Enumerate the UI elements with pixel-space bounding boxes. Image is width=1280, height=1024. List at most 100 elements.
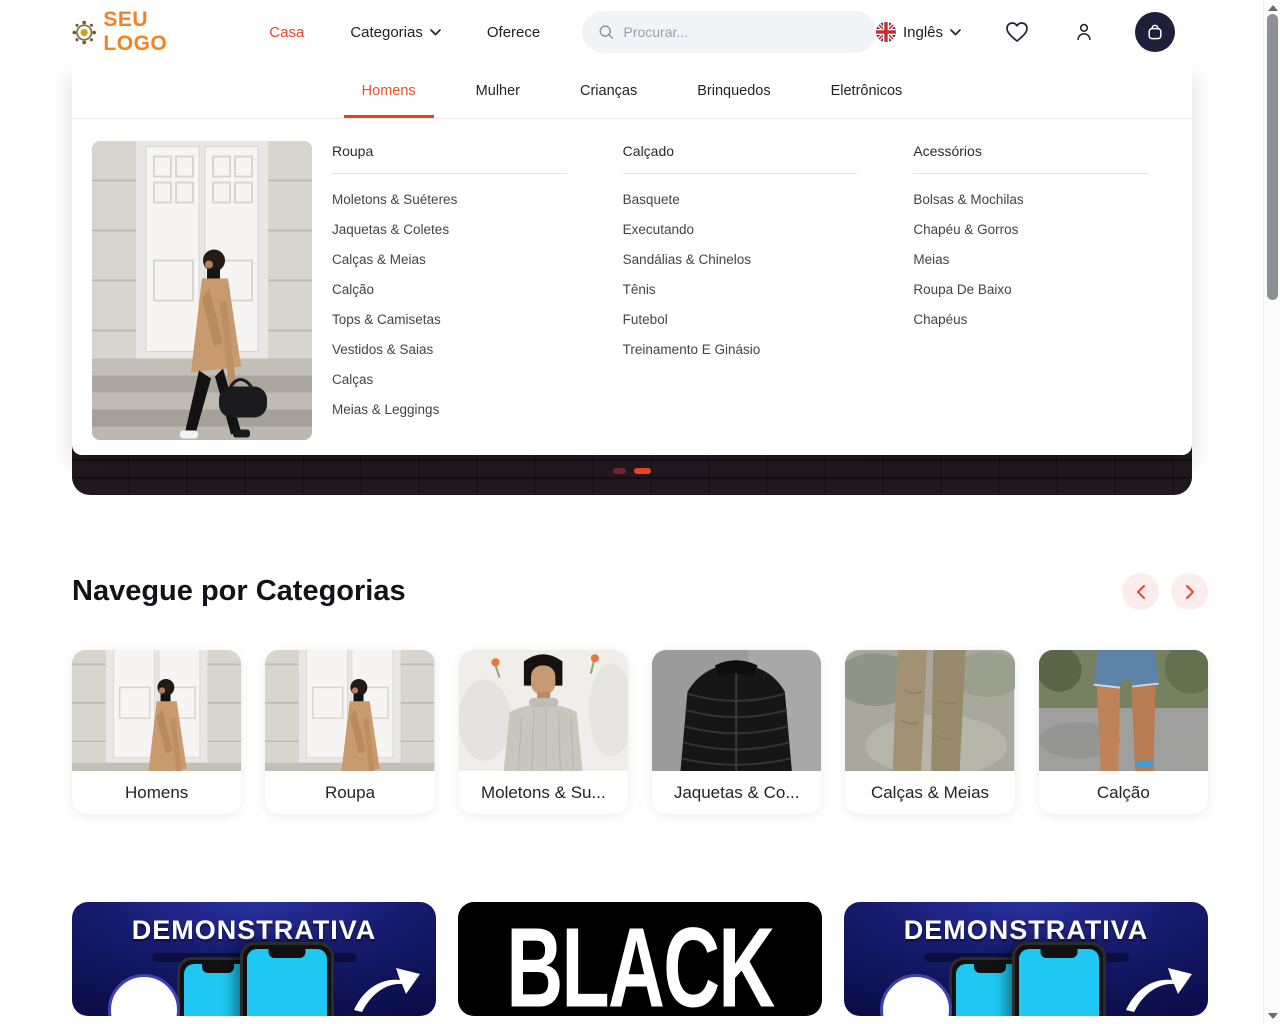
tab-mulher[interactable]: Mulher: [458, 64, 538, 118]
category-card-calcas[interactable]: Calças & Meias: [845, 650, 1014, 814]
banner-title: BLACK: [491, 912, 789, 1016]
menu-link[interactable]: Roupa De Baixo: [913, 282, 1148, 297]
category-photo: [845, 650, 1014, 771]
menu-link[interactable]: Chapéu & Gorros: [913, 222, 1148, 237]
tab-brinquedos[interactable]: Brinquedos: [679, 64, 788, 118]
arrow-decor-icon: [350, 964, 422, 1012]
header-actions: Inglês: [876, 12, 1175, 52]
chevron-down-icon: [430, 29, 441, 36]
search-input[interactable]: [623, 24, 859, 40]
column-title: Calçado: [623, 141, 858, 173]
cart-button[interactable]: [1135, 12, 1175, 52]
main-nav: Casa Categorias Oferece: [269, 24, 540, 41]
category-label: Moletons & Su...: [459, 771, 628, 814]
scroll-down-arrow[interactable]: [1268, 1013, 1278, 1019]
menu-link[interactable]: Calças & Meias: [332, 252, 567, 267]
category-photo: [72, 650, 241, 771]
column-title: Roupa: [332, 141, 567, 173]
carousel-dot-active[interactable]: [634, 468, 651, 474]
megamenu-column-acessorios: Acessórios Bolsas & Mochilas Chapéu & Go…: [913, 141, 1172, 455]
category-card-homens[interactable]: Homens: [72, 650, 241, 814]
promo-banners: DEMONSTRATIVA BLACK DEMONSTRATIVA: [72, 902, 1208, 1016]
uk-flag-icon: [876, 22, 896, 42]
tab-eletronicos[interactable]: Eletrônicos: [813, 64, 921, 118]
heart-icon: [1005, 21, 1029, 43]
nav-item-offers[interactable]: Oferece: [487, 24, 540, 41]
next-button[interactable]: [1171, 573, 1208, 610]
promo-banner-demo-2[interactable]: DEMONSTRATIVA: [844, 902, 1208, 1016]
phone-mockup: [240, 942, 334, 1016]
promo-banner-demo-1[interactable]: DEMONSTRATIVA: [72, 902, 436, 1016]
section-title: Navegue por Categorias: [72, 575, 406, 608]
menu-link[interactable]: Bolsas & Mochilas: [913, 192, 1148, 207]
menu-link[interactable]: Tênis: [623, 282, 858, 297]
language-selector[interactable]: Inglês: [876, 22, 961, 42]
chevron-left-icon: [1135, 584, 1147, 600]
menu-link[interactable]: Chapéus: [913, 312, 1148, 327]
menu-link[interactable]: Treinamento E Ginásio: [623, 342, 858, 357]
page: SEU LOGO Casa Categorias Oferece: [0, 0, 1280, 1024]
carousel-controls: [1122, 573, 1208, 610]
menu-link[interactable]: Calças: [332, 372, 567, 387]
promo-banner-black[interactable]: BLACK: [458, 902, 822, 1016]
menu-link[interactable]: Sandálias & Chinelos: [623, 252, 858, 267]
menu-link[interactable]: Calção: [332, 282, 567, 297]
tab-criancas[interactable]: Crianças: [562, 64, 655, 118]
megamenu-column-roupa: Roupa Moletons & Suéteres Jaquetas & Col…: [332, 141, 623, 455]
carousel-dot[interactable]: [613, 468, 626, 474]
category-photo: [652, 650, 821, 771]
banner-circle-decor: [880, 974, 952, 1016]
scrollbar-thumb[interactable]: [1267, 14, 1278, 300]
category-label: Calças & Meias: [845, 771, 1014, 814]
category-label: Calção: [1039, 771, 1208, 814]
categories-megamenu: Homens Mulher Crianças Brinquedos Eletrô…: [72, 64, 1192, 455]
category-photo: [459, 650, 628, 771]
column-title: Acessórios: [913, 141, 1148, 173]
menu-link[interactable]: Vestidos & Saias: [332, 342, 567, 357]
category-photo: [265, 650, 434, 771]
search-icon: [598, 23, 614, 41]
logo[interactable]: SEU LOGO: [72, 8, 207, 56]
tab-homens[interactable]: Homens: [344, 64, 434, 118]
chevron-right-icon: [1184, 584, 1196, 600]
megamenu-column-calcado: Calçado Basquete Executando Sandálias & …: [623, 141, 914, 455]
nav-item-categories[interactable]: Categorias: [350, 24, 441, 41]
nav-item-home[interactable]: Casa: [269, 24, 304, 41]
menu-link[interactable]: Jaquetas & Coletes: [332, 222, 567, 237]
menu-link[interactable]: Tops & Camisetas: [332, 312, 567, 327]
language-label: Inglês: [903, 24, 943, 41]
wishlist-button[interactable]: [1005, 21, 1029, 43]
menu-link[interactable]: Meias & Leggings: [332, 402, 567, 417]
carousel-dots: [613, 468, 651, 474]
arrow-decor-icon: [1122, 964, 1194, 1012]
megamenu-body: Roupa Moletons & Suéteres Jaquetas & Col…: [72, 119, 1192, 455]
categories-section-header: Navegue por Categorias: [72, 573, 1208, 610]
menu-link[interactable]: Moletons & Suéteres: [332, 192, 567, 207]
megamenu-tabs: Homens Mulher Crianças Brinquedos Eletrô…: [72, 64, 1192, 119]
scrollbar[interactable]: [1263, 0, 1280, 1024]
prev-button[interactable]: [1122, 573, 1159, 610]
category-card-jaquetas[interactable]: Jaquetas & Co...: [652, 650, 821, 814]
phone-mockup: [1012, 942, 1106, 1016]
search-bar[interactable]: [582, 11, 876, 53]
category-card-moletons[interactable]: Moletons & Su...: [459, 650, 628, 814]
scroll-up-arrow[interactable]: [1268, 5, 1278, 11]
hero-carousel: Homens Mulher Crianças Brinquedos Eletrô…: [72, 64, 1192, 495]
category-label: Jaquetas & Co...: [652, 771, 821, 814]
account-button[interactable]: [1073, 21, 1095, 43]
chevron-down-icon: [950, 29, 961, 36]
category-card-roupa[interactable]: Roupa: [265, 650, 434, 814]
megamenu-columns: Roupa Moletons & Suéteres Jaquetas & Col…: [312, 141, 1172, 455]
category-label: Homens: [72, 771, 241, 814]
category-label: Roupa: [265, 771, 434, 814]
category-card-calcao[interactable]: Calção: [1039, 650, 1208, 814]
top-navbar: SEU LOGO Casa Categorias Oferece: [0, 0, 1280, 64]
megamenu-photo: [92, 141, 312, 440]
user-icon: [1073, 21, 1095, 43]
menu-link[interactable]: Futebol: [623, 312, 858, 327]
logo-icon: [72, 19, 96, 46]
menu-link[interactable]: Meias: [913, 252, 1148, 267]
menu-link[interactable]: Executando: [623, 222, 858, 237]
menu-link[interactable]: Basquete: [623, 192, 858, 207]
category-photo: [1039, 650, 1208, 771]
